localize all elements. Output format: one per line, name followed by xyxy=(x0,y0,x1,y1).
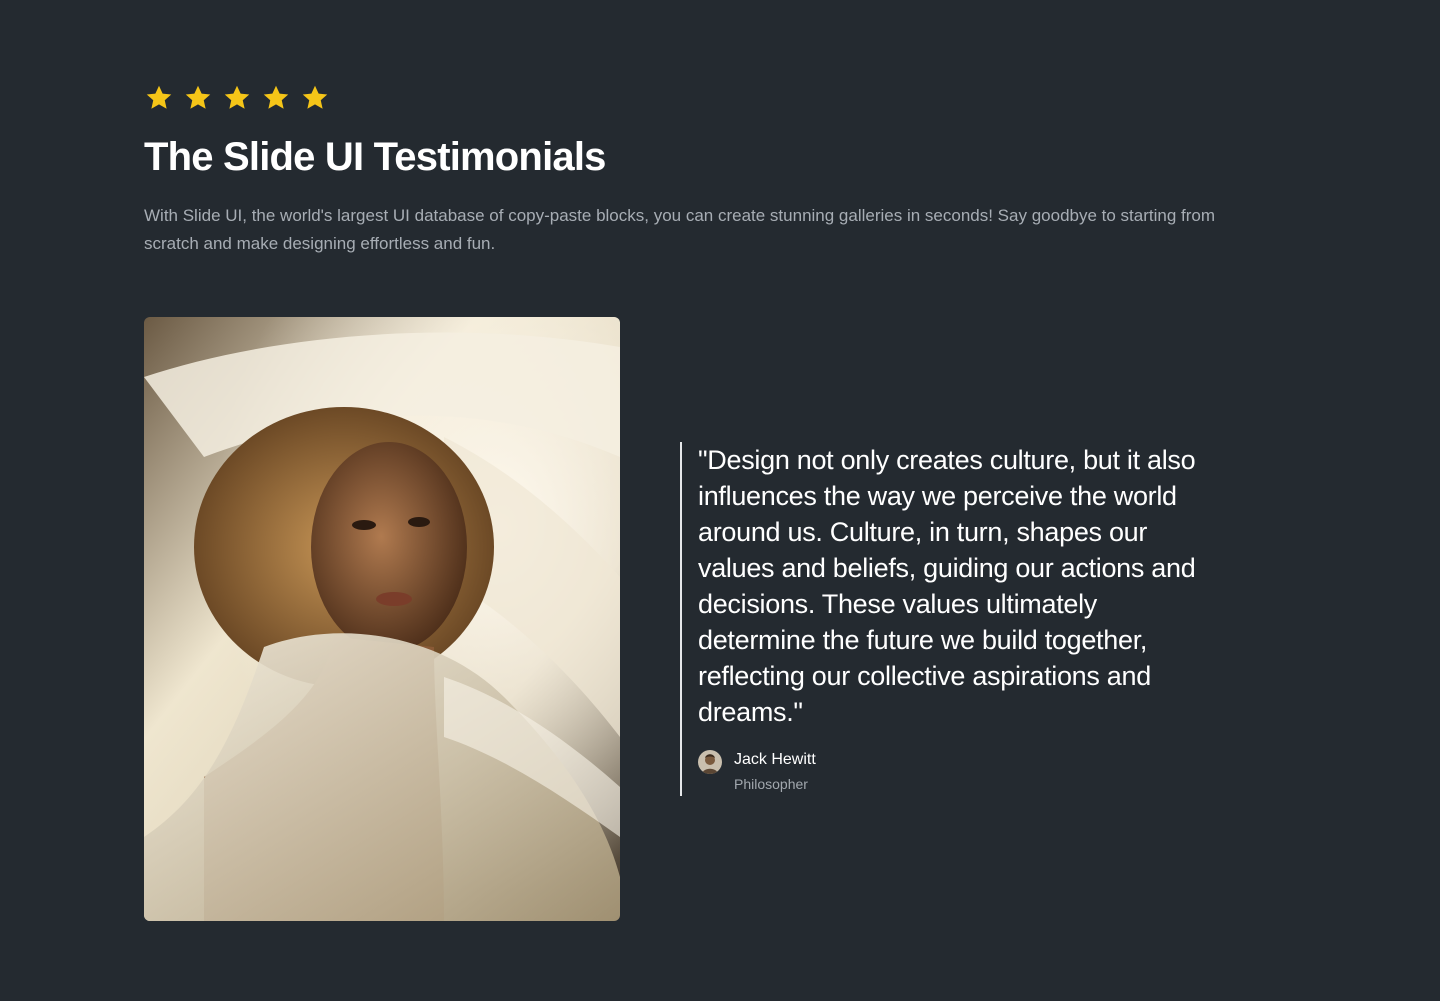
star-icon xyxy=(222,83,252,113)
testimonial-author: Jack Hewitt Philosopher xyxy=(698,750,1240,794)
author-info: Jack Hewitt Philosopher xyxy=(734,750,816,794)
testimonials-header: The Slide UI Testimonials With Slide UI,… xyxy=(144,82,1296,258)
star-icon xyxy=(300,83,330,113)
testimonial-quote: "Design not only creates culture, but it… xyxy=(698,445,1196,727)
star-icon xyxy=(261,83,291,113)
star-rating xyxy=(144,82,1296,114)
author-role: Philosopher xyxy=(734,776,808,792)
star-icon xyxy=(144,83,174,113)
testimonial-quote-block: "Design not only creates culture, but it… xyxy=(680,442,1240,796)
page-description: With Slide UI, the world's largest UI da… xyxy=(144,206,1216,253)
author-name: Jack Hewitt xyxy=(734,751,816,768)
page-title: The Slide UI Testimonials xyxy=(144,135,606,179)
testimonial-photo xyxy=(144,317,620,921)
star-icon xyxy=(183,83,213,113)
avatar xyxy=(698,750,722,774)
